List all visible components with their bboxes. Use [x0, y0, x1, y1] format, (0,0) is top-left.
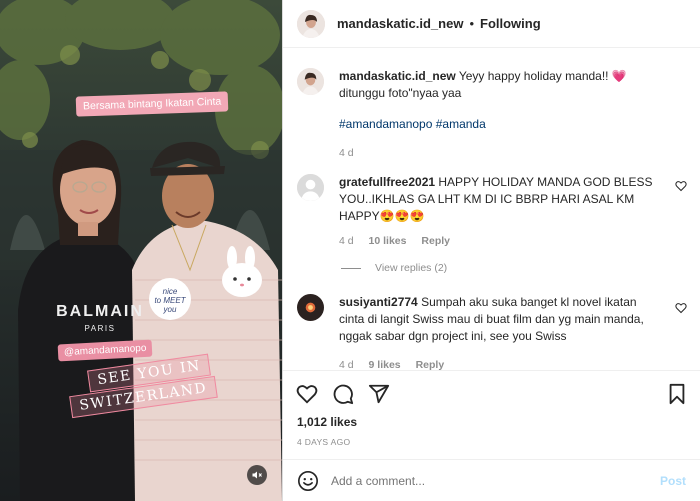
comment-avatar[interactable] [297, 174, 324, 201]
comment-likes[interactable]: 9 likes [369, 359, 401, 370]
mute-button[interactable] [247, 465, 267, 485]
comment-username[interactable]: susiyanti2774 [339, 295, 418, 309]
add-comment-bar: Post [283, 459, 700, 501]
sticker-nice-line-2: to MEET [154, 296, 186, 305]
bookmark-icon[interactable] [666, 383, 688, 405]
post-date[interactable]: 4 DAYS AGO [283, 437, 700, 447]
caption-avatar[interactable] [297, 68, 324, 95]
share-icon[interactable] [368, 383, 390, 405]
comments-list[interactable]: mandaskatic.id_new Yeyy happy holiday ma… [283, 48, 700, 370]
post-media[interactable]: BALMAIN PARIS Bersama bintang Ikatan Cin… [0, 0, 282, 501]
author-avatar[interactable] [297, 9, 325, 38]
comment-time[interactable]: 4 d [339, 359, 354, 370]
avatar-image [297, 294, 324, 321]
post-comment-button[interactable]: Post [660, 474, 686, 488]
avatar-image [297, 68, 324, 95]
avatar-image [297, 9, 325, 38]
comment-reply-button[interactable]: Reply [416, 359, 445, 370]
comment-icon[interactable] [332, 383, 354, 405]
comment-like-heart-icon[interactable] [675, 180, 687, 192]
add-comment-input[interactable] [331, 473, 660, 488]
author-username-link[interactable]: mandaskatic.id_new [337, 16, 463, 31]
comment-username[interactable]: gratefullfree2021 [339, 175, 435, 189]
post-header: mandaskatic.id_new • Following [283, 0, 700, 48]
sticker-nice-to-meet-you: nice to MEET you [149, 278, 191, 320]
speaker-muted-icon [252, 471, 262, 479]
comment-like-heart-icon[interactable] [675, 302, 687, 314]
sticker-nice-line-1: nice [162, 287, 178, 296]
action-icons-row [283, 371, 700, 409]
comment-time[interactable]: 4 d [339, 235, 354, 247]
header-separator: • [469, 16, 475, 31]
emoji-icon[interactable] [297, 470, 319, 492]
view-replies-label: View replies (2) [375, 262, 448, 274]
default-avatar-icon [297, 174, 324, 201]
comment-avatar[interactable] [297, 294, 324, 321]
heart-icon[interactable] [296, 383, 318, 405]
likes-count[interactable]: 1,012 likes [283, 415, 700, 429]
caption-time[interactable]: 4 d [339, 147, 354, 159]
sticker-nice-line-3: you [163, 305, 177, 314]
instagram-post-modal: BALMAIN PARIS Bersama bintang Ikatan Cin… [0, 0, 700, 501]
comment-likes[interactable]: 10 likes [369, 235, 407, 247]
caption-hashtags[interactable]: #amandamanopo #amanda [339, 116, 665, 133]
post-actions: 1,012 likes 4 DAYS AGO Post [283, 370, 700, 501]
shirt-brand-text: BALMAIN [56, 303, 144, 320]
shirt-sub-text: PARIS [85, 324, 116, 333]
comment-reply-button[interactable]: Reply [421, 235, 450, 247]
caption-username[interactable]: mandaskatic.id_new [339, 69, 456, 83]
view-replies-line [341, 267, 361, 269]
view-replies-button[interactable]: View replies (2) [341, 262, 447, 274]
post-photo: BALMAIN PARIS [0, 0, 282, 501]
post-side-panel: mandaskatic.id_new • Following mandaskat… [282, 0, 700, 501]
following-button[interactable]: Following [480, 16, 541, 31]
